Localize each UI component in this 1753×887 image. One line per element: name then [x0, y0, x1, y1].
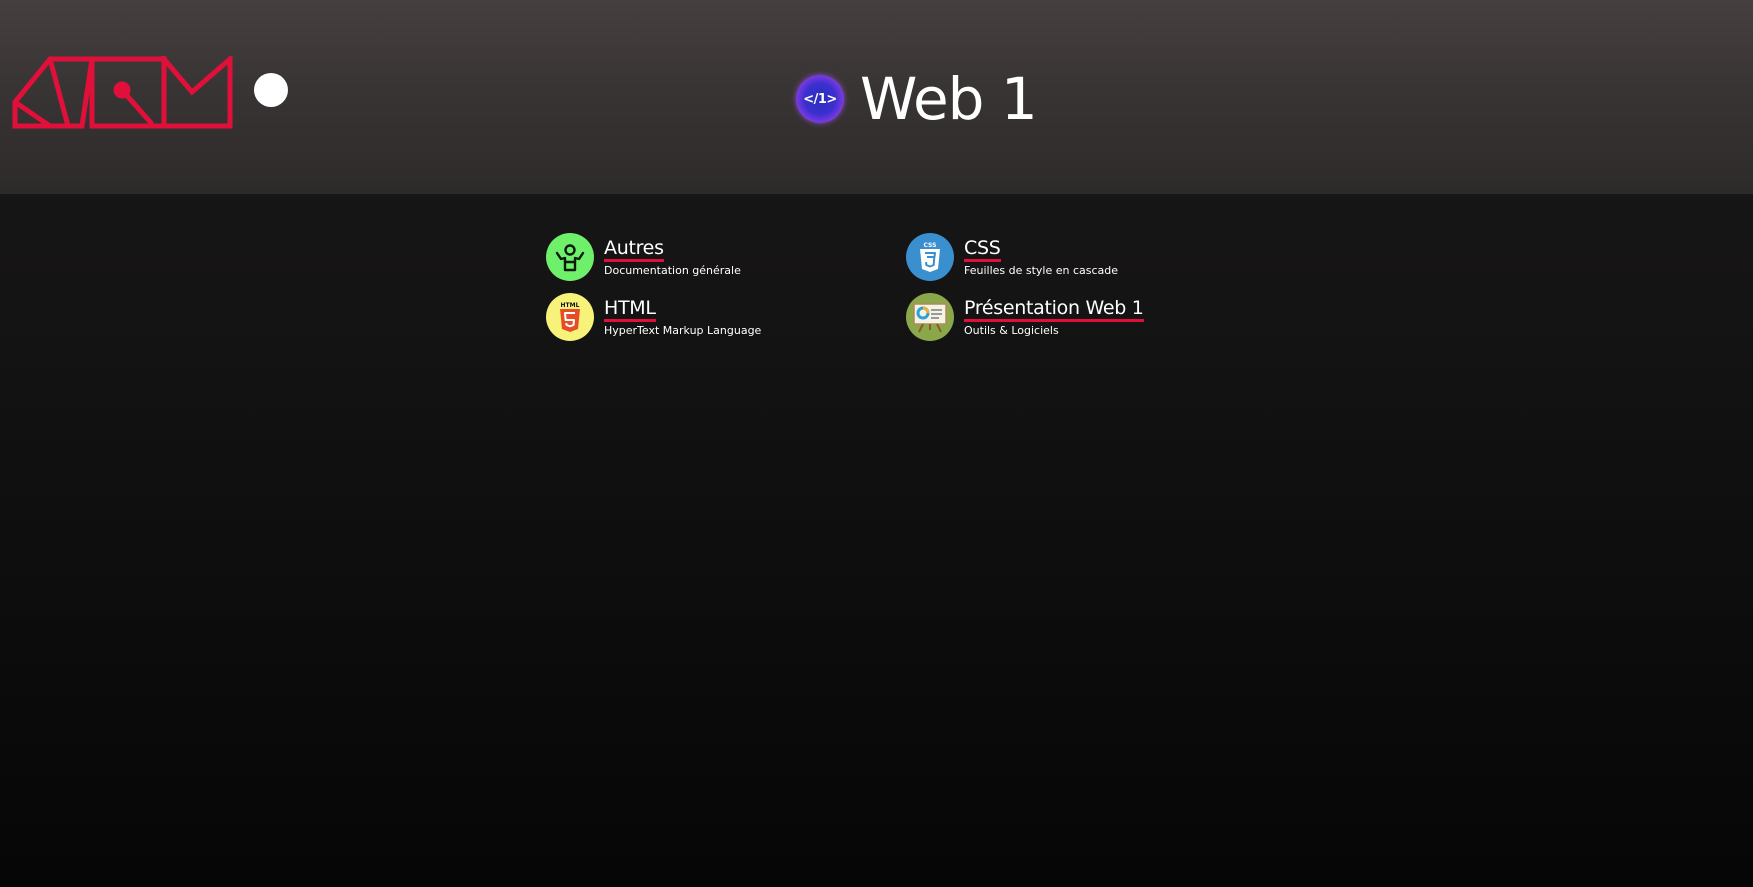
nav-item-text: Présentation Web 1 Outils & Logiciels — [964, 297, 1144, 338]
nav-item-description: Documentation générale — [604, 263, 741, 277]
nav-item-text: HTML HyperText Markup Language — [604, 297, 761, 338]
nav-item-description: Feuilles de style en cascade — [964, 263, 1119, 277]
nav-item-label: CSS — [964, 237, 1001, 262]
person-shrug-icon — [546, 233, 594, 281]
nav-item-text: CSS Feuilles de style en cascade — [964, 237, 1118, 278]
site-logo[interactable] — [12, 56, 234, 130]
css3-icon-text: CSS — [924, 242, 937, 249]
presentation-board-icon — [906, 293, 954, 341]
nav-item-autres[interactable]: Autres Documentation générale — [546, 233, 741, 281]
badge-text: </1> — [803, 91, 837, 107]
html5-icon-text: HTML — [561, 302, 580, 309]
status-dot — [254, 73, 288, 107]
page-title-group: </1> Web 1 — [796, 65, 1038, 133]
nav-item-text: Autres Documentation générale — [604, 237, 741, 278]
nav-item-label: HTML — [604, 297, 656, 322]
html5-icon: HTML — [546, 293, 594, 341]
page-title: Web 1 — [860, 65, 1038, 133]
nav-item-presentation-web-1[interactable]: Présentation Web 1 Outils & Logiciels — [906, 293, 1144, 341]
nav-item-html[interactable]: HTML HTML HyperText Markup Language — [546, 293, 761, 341]
nav-item-description: Outils & Logiciels — [964, 323, 1059, 337]
nav-item-css[interactable]: CSS CSS Feuilles de style en cascade — [906, 233, 1118, 281]
nav-item-label: Présentation Web 1 — [964, 297, 1144, 322]
code-badge-icon: </1> — [796, 75, 844, 123]
header-bar: </1> Web 1 — [0, 0, 1753, 194]
nav-item-description: HyperText Markup Language — [604, 323, 762, 337]
nav-item-label: Autres — [604, 237, 664, 262]
css3-icon: CSS — [906, 233, 954, 281]
